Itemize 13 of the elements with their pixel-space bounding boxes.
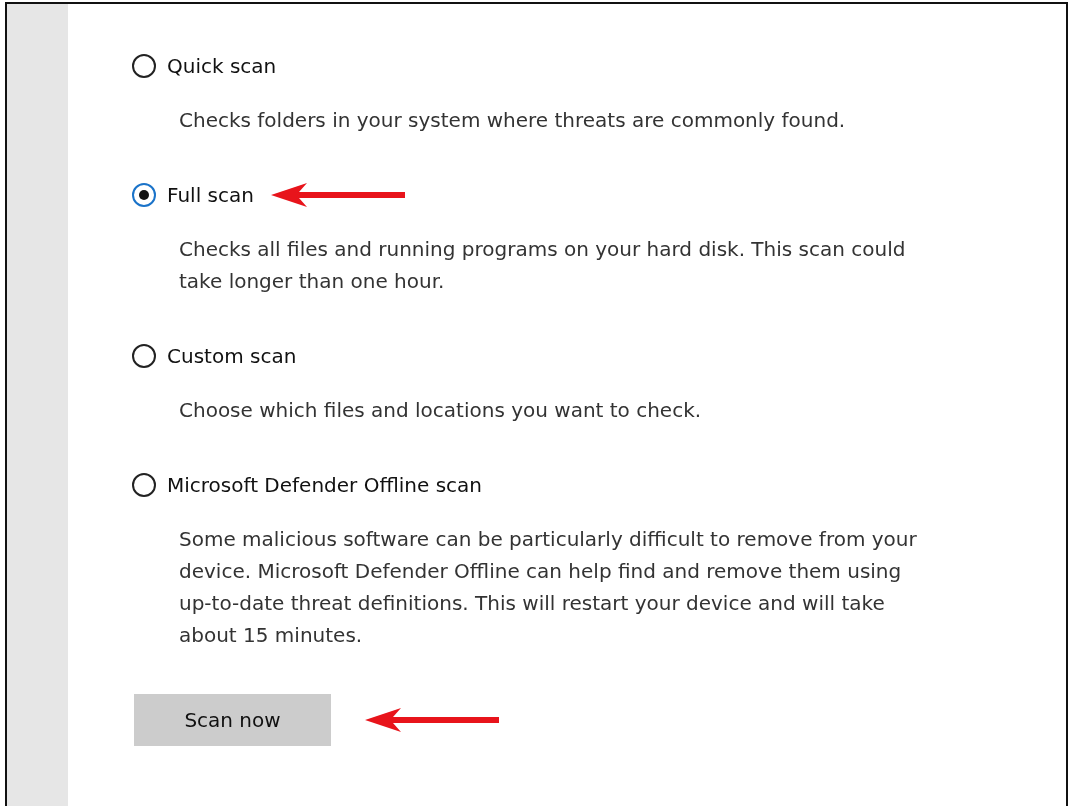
- option-label[interactable]: Full scan: [167, 183, 254, 207]
- radio-button[interactable]: [132, 344, 156, 368]
- option-label[interactable]: Microsoft Defender Offline scan: [167, 473, 482, 497]
- option-description: Checks folders in your system where threats are commonly found.: [179, 107, 847, 134]
- option-label[interactable]: Quick scan: [167, 54, 277, 78]
- option-description: Choose which files and locations you want to check.: [179, 397, 703, 424]
- scan-now-button[interactable]: Scan now: [134, 694, 331, 746]
- option-label[interactable]: Custom scan: [167, 344, 297, 368]
- option-description: Some malicious software can be particularly difficult to remove from your device. Microsoft Defender Offline can help find and remove them using up-to-date threat definitions. This will restart your device and will take about 15 minutes.: [179, 526, 918, 649]
- radio-button[interactable]: [132, 54, 156, 78]
- radio-button[interactable]: [132, 473, 156, 497]
- option-description: Checks all files and running programs on your hard disk. This scan could take longer than one hour.: [179, 236, 907, 295]
- radio-button[interactable]: [132, 183, 156, 207]
